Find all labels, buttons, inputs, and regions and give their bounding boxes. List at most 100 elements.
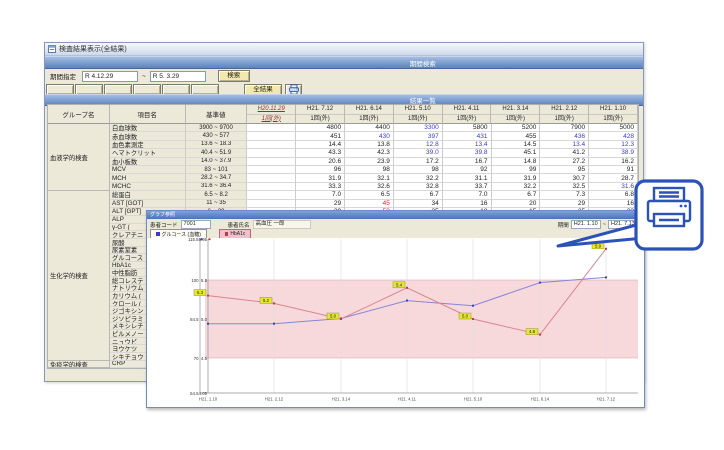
period-from-input[interactable]: R 4.12.29 — [82, 71, 138, 82]
value-cell — [247, 141, 296, 149]
value-cell: 45.1 — [492, 149, 541, 157]
item-name-cell: 白血球数 — [110, 124, 186, 132]
value-cell: 33.7 — [443, 183, 492, 191]
value-cell: 6.7 — [492, 191, 541, 199]
col-header-group: グループ名 — [48, 105, 110, 124]
value-cell — [247, 200, 296, 208]
visit-label: 1回(外) — [443, 115, 491, 125]
patient-name-value: 高血圧 一郎 — [253, 220, 311, 229]
ref-range-cell: 13.6 ~ 18.3 — [186, 141, 248, 149]
value-cell: 95 — [540, 166, 589, 174]
legend-marker-hba1c — [225, 232, 229, 236]
value-cell — [247, 149, 296, 157]
value-cell: 16.2 — [589, 158, 638, 166]
value-cell: 430 — [345, 132, 394, 140]
value-cell: 32.8 — [394, 183, 443, 191]
left-axis-tick: 115.5 — [188, 238, 199, 242]
visit-label: 1回(外) — [345, 115, 393, 125]
patient-name-label: 患者氏名 — [228, 221, 250, 229]
legend-label-hba1c: HbA1c — [230, 231, 245, 237]
data-point — [273, 302, 275, 304]
left-axis-tick: 70 — [194, 356, 199, 361]
value-cell: 42.3 — [345, 149, 394, 157]
value-cell: 12.8 — [394, 141, 443, 149]
point-label: 5.2 — [263, 298, 270, 303]
value-cell: 98 — [394, 166, 443, 174]
item-name-cell: 血小板数 — [110, 158, 186, 166]
date-label: H21. 3.14 — [491, 105, 539, 115]
right-axis-tick: 5.5 — [201, 278, 208, 283]
item-name-cell: MCV — [110, 166, 186, 174]
item-name-cell: MCHC — [110, 183, 186, 191]
visit-label: 1回(外) — [540, 115, 588, 125]
item-name-cell: 総蛋白 — [110, 191, 186, 199]
value-cell: 41.2 — [540, 149, 589, 157]
value-cell: 7.0 — [296, 191, 345, 199]
value-cell: 3300 — [394, 124, 443, 132]
value-cell: 6.7 — [394, 191, 443, 199]
value-cell — [247, 174, 296, 182]
value-cell: 20.6 — [296, 158, 345, 166]
value-cell — [247, 158, 296, 166]
period-search-header-label: 期間検索 — [410, 58, 436, 68]
point-label: 4.8 — [529, 329, 536, 334]
group-label: 生化学的検査 — [48, 191, 110, 361]
value-cell: 5800 — [443, 124, 492, 132]
data-point — [406, 300, 408, 302]
col-header-date: H21. 1.101回(外) — [589, 105, 638, 124]
value-cell: 13.4 — [540, 141, 589, 149]
x-axis-label: H21. 2.12 — [265, 397, 284, 402]
ref-range-cell: 83 ~ 101 — [186, 166, 248, 174]
value-cell: 27.2 — [540, 158, 589, 166]
group-label: 免疫学的検査 — [48, 361, 110, 369]
data-point — [605, 276, 607, 278]
x-axis-label: H21. 1.10 — [199, 397, 218, 402]
ref-range-cell: 40.4 ~ 51.9 — [186, 149, 248, 157]
left-axis-series-dot — [200, 238, 202, 240]
data-point — [406, 287, 408, 289]
col-header-date: H21. 6.141回(外) — [345, 105, 394, 124]
value-cell: 431 — [443, 132, 492, 140]
date-label: H21. 2.12 — [540, 105, 588, 115]
value-cell: 5200 — [492, 124, 541, 132]
visit-label: 1回(外) — [491, 115, 539, 125]
right-axis-tick: 4.05 — [199, 391, 208, 396]
print-callout-bubble[interactable] — [548, 178, 708, 270]
table-row: MCV83 ~ 10196989892999591 — [110, 166, 638, 174]
point-label: 5.0 — [330, 314, 337, 319]
document-icon — [48, 45, 56, 53]
x-axis-label: H21. 6.14 — [531, 397, 550, 402]
value-cell: 455 — [492, 132, 541, 140]
period-to-input[interactable]: R 5. 3.29 — [150, 71, 206, 82]
item-name-cell: 血色素測定 — [110, 141, 186, 149]
value-cell: 397 — [394, 132, 443, 140]
col-header-date: H21. 3.141回(外) — [491, 105, 540, 124]
left-axis-tick: 84.5 — [190, 317, 199, 322]
right-axis-tick: 5.95 — [199, 238, 208, 242]
value-cell: 5000 — [589, 124, 638, 132]
value-cell: 38.9 — [589, 149, 638, 157]
item-name-cell: MCH — [110, 174, 186, 182]
value-cell: 45 — [345, 200, 394, 208]
right-axis-series-dot — [208, 238, 210, 240]
value-cell: 33.3 — [296, 183, 345, 191]
group-column: 血液学的検査生化学的検査免疫学的検査 — [48, 124, 110, 368]
legend-label-glucose: グルコース (血糖) — [162, 231, 201, 238]
visit-label: 1回(外) — [247, 115, 295, 125]
value-cell: 31.1 — [443, 174, 492, 182]
screen: 検査結果表示(全結果) 期間検索 期間指定 R 4.12.29 ~ R 5. 3… — [0, 0, 724, 450]
period-label: 期間指定 — [50, 71, 76, 81]
group-label: 血液学的検査 — [48, 124, 110, 191]
col-header-date: H21. 7.121回(外) — [296, 105, 345, 124]
value-cell: 7900 — [540, 124, 589, 132]
printer-icon — [648, 188, 690, 226]
value-cell: 451 — [296, 132, 345, 140]
bubble-tail — [558, 224, 644, 246]
search-button[interactable]: 検索 — [218, 70, 250, 82]
x-axis-label: H21. 3.14 — [332, 397, 351, 402]
data-point — [207, 295, 209, 297]
value-cell: 20 — [492, 200, 541, 208]
table-row: ヘマトクリット40.4 ~ 51.943.342.339.039.845.141… — [110, 149, 638, 157]
item-name-cell: AST [GOT] — [110, 200, 186, 208]
col-header-item: 項目名 — [110, 105, 186, 124]
